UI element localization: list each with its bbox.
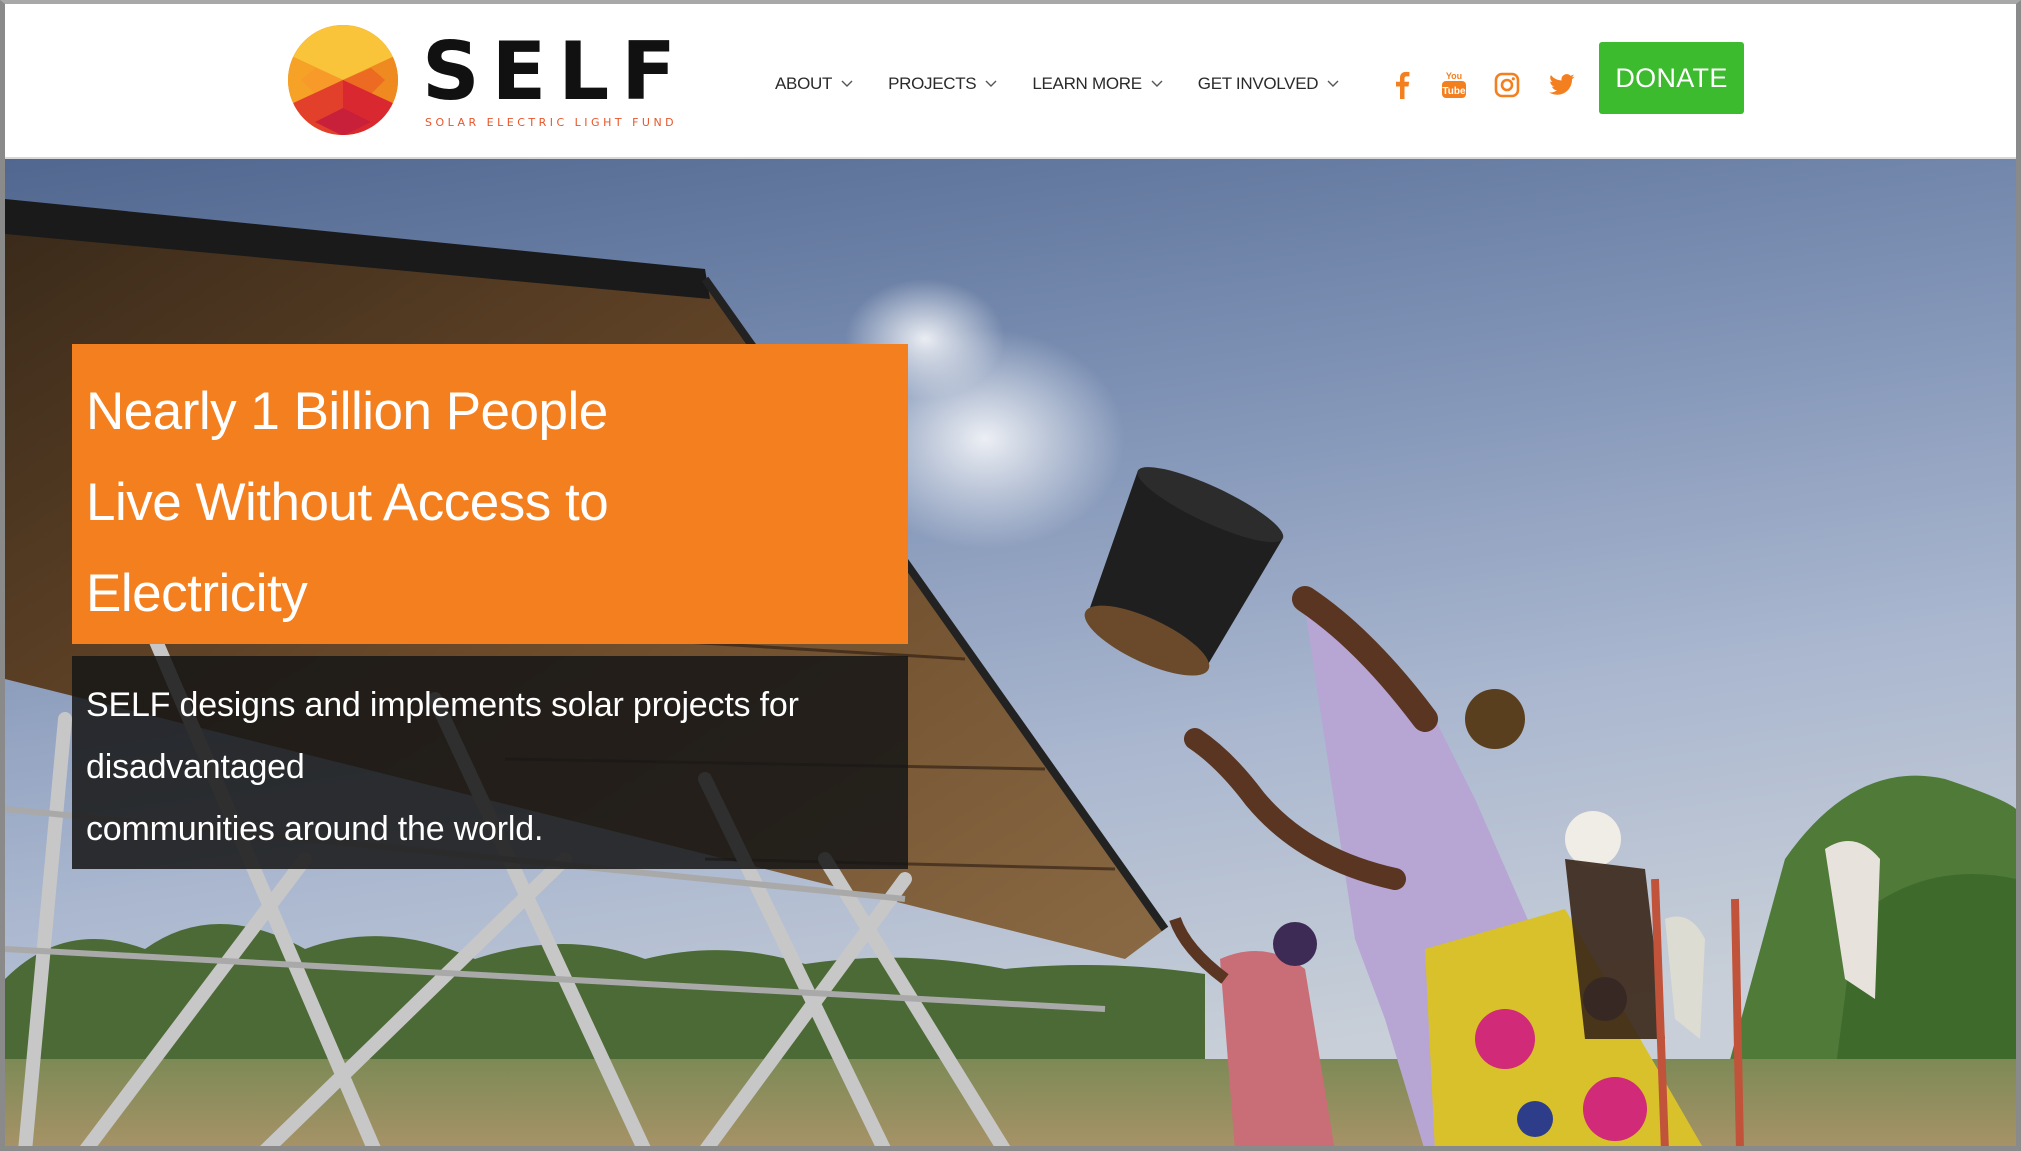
nav-item-projects[interactable]: PROJECTS — [888, 74, 998, 94]
hero-subtext-line-1: SELF designs and implements solar projec… — [86, 686, 799, 724]
nav-label: LEARN MORE — [1032, 74, 1142, 93]
chevron-down-icon — [1151, 80, 1163, 87]
instagram-icon[interactable] — [1492, 70, 1522, 100]
hero-headline-box: Nearly 1 Billion People Live Without Acc… — [72, 344, 908, 644]
nav-label: ABOUT — [775, 74, 833, 93]
main-nav: ABOUT PROJECTS LEARN MORE GET INVOLVED — [775, 72, 1374, 96]
nav-item-get-involved[interactable]: GET INVOLVED — [1198, 74, 1340, 94]
svg-text:You: You — [1446, 71, 1462, 81]
logo-wordmark: SELF — [422, 25, 688, 118]
nav-label: GET INVOLVED — [1197, 74, 1319, 93]
hero-subtext-box: SELF designs and implements solar projec… — [72, 656, 908, 869]
chevron-down-icon — [841, 80, 853, 87]
svg-text:Tube: Tube — [1442, 86, 1466, 97]
youtube-icon[interactable]: You Tube — [1439, 70, 1469, 100]
site-header: SELF SOLAR ELECTRIC LIGHT FUND ABOUT PRO… — [5, 4, 2016, 159]
hero-subtext-line-3: communities around the world. — [86, 810, 544, 848]
nav-label: PROJECTS — [888, 74, 977, 93]
hero-headline-line-1: Nearly 1 Billion People — [86, 382, 608, 441]
logo-tagline: SOLAR ELECTRIC LIGHT FUND — [425, 116, 678, 129]
chevron-down-icon — [1327, 80, 1339, 87]
hero-headline-line-3: Electricity — [86, 564, 308, 623]
logo-mark-icon — [288, 25, 398, 135]
hero-headline-line-2: Live Without Access to — [86, 473, 609, 532]
hero-background-photo — [5, 159, 2016, 1146]
hero-banner: Nearly 1 Billion People Live Without Acc… — [5, 159, 2016, 1146]
browser-frame: SELF SOLAR ELECTRIC LIGHT FUND ABOUT PRO… — [0, 0, 2021, 1151]
nav-item-about[interactable]: ABOUT — [775, 74, 854, 94]
twitter-icon[interactable] — [1547, 70, 1577, 100]
nav-item-learn-more[interactable]: LEARN MORE — [1032, 74, 1163, 94]
donate-button[interactable]: DONATE — [1599, 42, 1744, 114]
self-logo[interactable]: SELF SOLAR ELECTRIC LIGHT FUND — [287, 22, 687, 137]
facebook-icon[interactable] — [1387, 70, 1417, 100]
hero-subtext-line-2: disadvantaged — [86, 748, 305, 786]
chevron-down-icon — [985, 80, 997, 87]
